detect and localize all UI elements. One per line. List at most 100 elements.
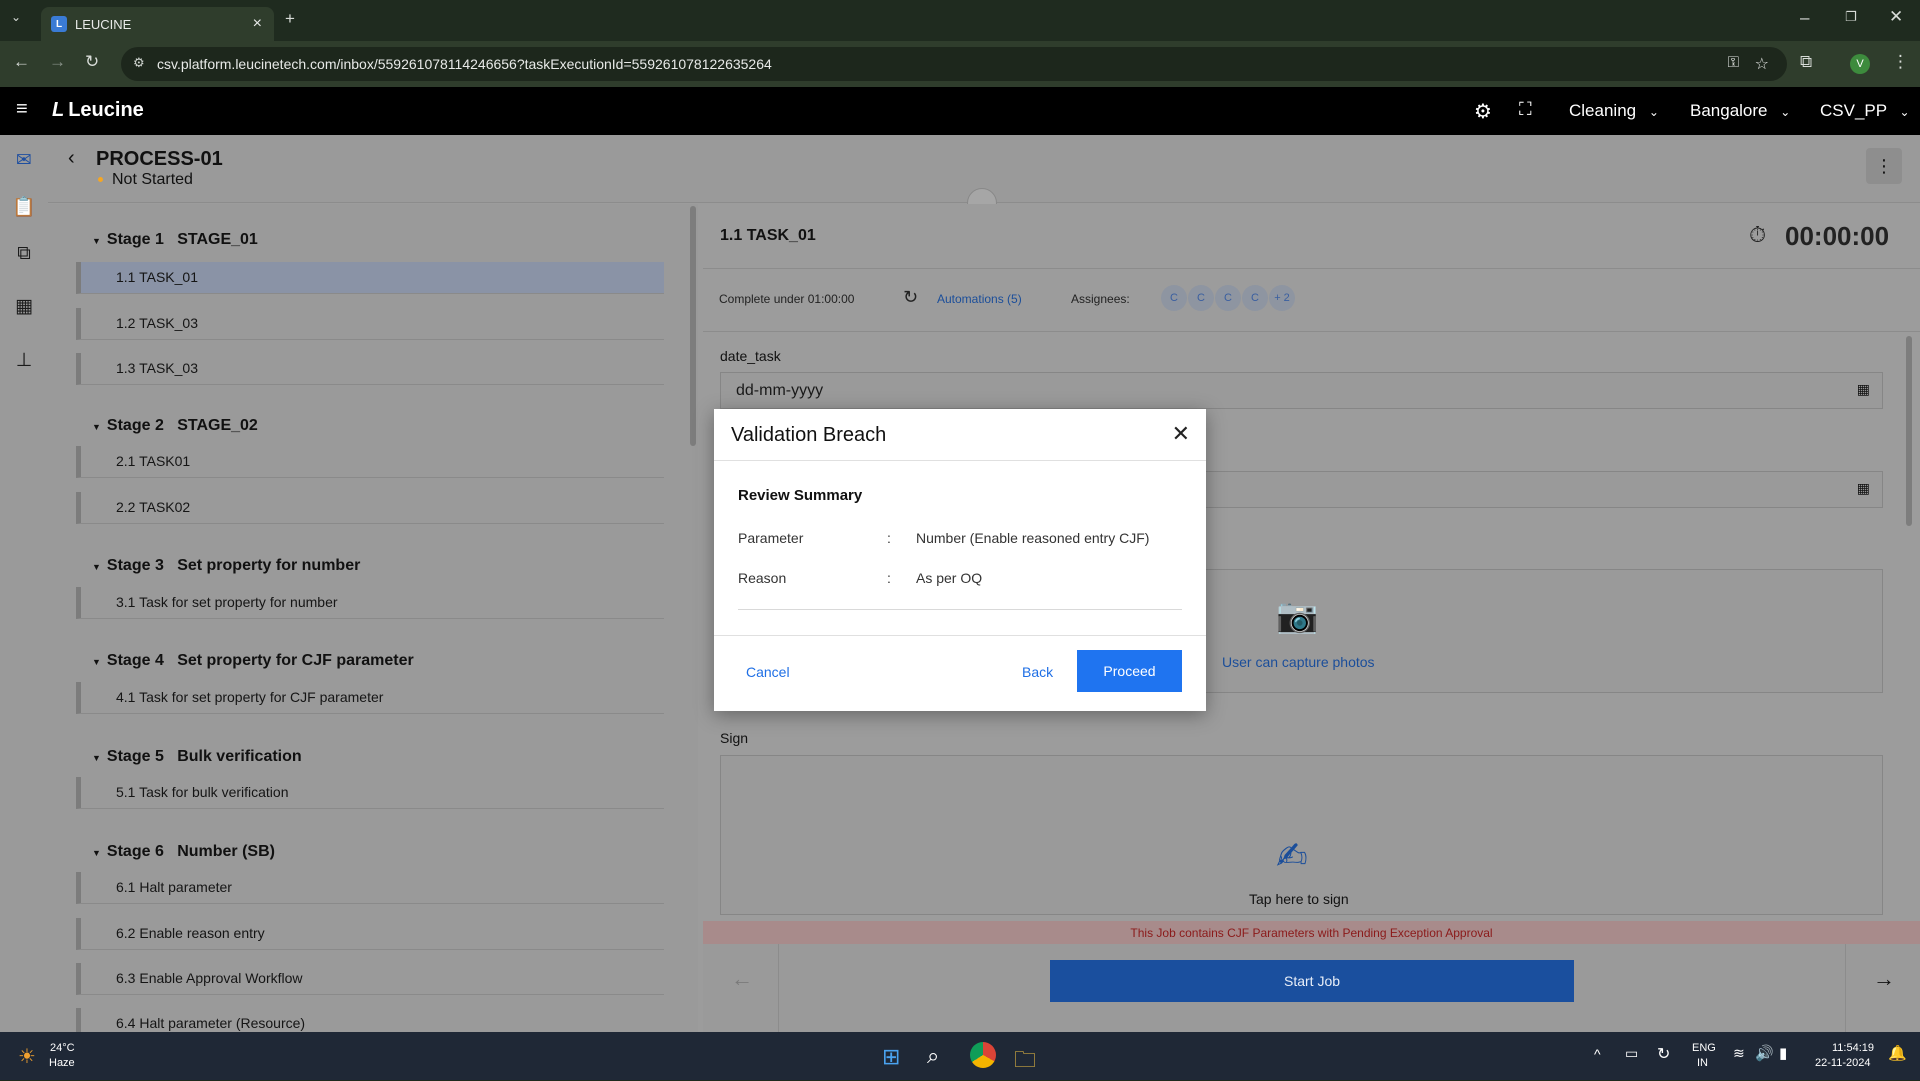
search-icon[interactable]: ⌕ xyxy=(927,1043,939,1069)
profile-avatar[interactable]: V xyxy=(1850,54,1870,74)
start-job-button[interactable]: Start Job xyxy=(1050,960,1574,1002)
task-row[interactable]: 1.1 TASK_01 xyxy=(76,262,664,294)
extensions-icon[interactable]: ⧉ xyxy=(1800,52,1812,72)
assignee-more-badge[interactable]: + 2 xyxy=(1269,285,1295,311)
stage-header[interactable]: ▼ Stage 3 Set property for number xyxy=(92,557,360,575)
dialog-title: Validation Breach xyxy=(731,424,887,446)
window-close-icon[interactable]: ✕ xyxy=(1889,7,1903,27)
browser-tab-strip: ⌄ L LEUCINE × + – ❐ ✕ xyxy=(0,0,1920,41)
forward-arrow-icon[interactable]: → xyxy=(49,52,66,72)
date-task-input[interactable]: dd-mm-yyyy ▦ xyxy=(720,372,1883,409)
clock-date[interactable]: 22-11-2024 xyxy=(1815,1057,1870,1069)
back-arrow-icon[interactable]: ← xyxy=(13,52,30,72)
task-row[interactable]: 2.1 TASK01 xyxy=(76,446,664,478)
task-row[interactable]: 6.4 Halt parameter (Resource) xyxy=(76,1008,664,1032)
right-panel-scrollbar[interactable] xyxy=(1906,336,1912,526)
assignee-avatar[interactable]: C xyxy=(1215,285,1241,311)
task-row[interactable]: 6.3 Enable Approval Workflow xyxy=(76,963,664,995)
facility-dropdown[interactable]: Cleaning ⌄ xyxy=(1569,101,1659,121)
language-code[interactable]: ENG xyxy=(1692,1042,1716,1054)
stage-header[interactable]: ▼ Stage 1 STAGE_01 xyxy=(92,231,258,249)
task-row[interactable]: 5.1 Task for bulk verification xyxy=(76,777,664,809)
inbox-icon[interactable]: ✉ xyxy=(12,149,36,173)
chevron-down-icon: ⌄ xyxy=(1780,105,1791,119)
automations-link[interactable]: Automations (5) xyxy=(937,292,1022,306)
date-task-label: date_task xyxy=(720,348,781,364)
stage-header[interactable]: ▼ Stage 4 Set property for CJF parameter xyxy=(92,652,414,670)
workflow-icon[interactable]: ⧉ xyxy=(12,243,36,267)
hierarchy-icon[interactable]: ⊥ xyxy=(12,349,36,373)
bookmark-star-icon[interactable]: ☆ xyxy=(1755,54,1769,74)
task-meta-bar: Complete under 01:00:00 ↻ Automations (5… xyxy=(703,268,1920,332)
task-row[interactable]: 1.2 TASK_03 xyxy=(76,308,664,340)
scan-icon[interactable]: ⛶ xyxy=(1519,99,1532,120)
weather-condition[interactable]: Haze xyxy=(49,1057,75,1069)
chrome-taskbar-icon[interactable] xyxy=(970,1042,996,1068)
status-dot xyxy=(98,177,103,182)
volume-icon[interactable]: 🔊 xyxy=(1755,1044,1774,1062)
task-row[interactable]: 6.2 Enable reason entry xyxy=(76,918,664,950)
tab-close-icon[interactable]: × xyxy=(253,15,262,33)
clock-time[interactable]: 11:54:19 xyxy=(1832,1042,1874,1054)
task-row[interactable]: 4.1 Task for set property for CJF parame… xyxy=(76,682,664,714)
password-key-icon[interactable]: ⚿ xyxy=(1728,54,1739,71)
battery-icon[interactable]: ▮ xyxy=(1779,1044,1787,1062)
more-options-icon[interactable]: ⋮ xyxy=(1866,148,1902,184)
site-dropdown[interactable]: Bangalore ⌄ xyxy=(1690,101,1790,121)
automation-refresh-icon[interactable]: ↻ xyxy=(903,287,918,308)
browser-tab[interactable]: L LEUCINE × xyxy=(41,7,274,41)
settings-gear-icon[interactable]: ⚙ xyxy=(1474,99,1492,124)
stage-list-scrollbar[interactable] xyxy=(690,206,696,446)
prev-task-arrow-icon[interactable]: ← xyxy=(731,966,753,992)
hamburger-menu-icon[interactable]: ≡ xyxy=(16,98,28,121)
proceed-button[interactable]: Proceed xyxy=(1077,650,1182,692)
task-row[interactable]: 3.1 Task for set property for number xyxy=(76,587,664,619)
back-button[interactable]: Back xyxy=(1022,664,1053,680)
signature-area[interactable]: ✍ Tap here to sign xyxy=(720,755,1883,915)
tray-chevron-icon[interactable]: ^ xyxy=(1594,1046,1601,1062)
clipboard-icon[interactable]: 📋 xyxy=(12,195,36,219)
parameter-value: Number (Enable reasoned entry CJF) xyxy=(916,530,1150,546)
minimize-icon[interactable]: – xyxy=(1800,8,1809,28)
tray-display-icon[interactable]: ▭ xyxy=(1625,1045,1638,1062)
back-chevron-icon[interactable]: ‹ xyxy=(68,147,75,170)
weather-icon[interactable]: ☀ xyxy=(18,1044,36,1069)
windows-start-icon[interactable]: ⊞ xyxy=(882,1044,900,1070)
stage-header[interactable]: ▼ Stage 2 STAGE_02 xyxy=(92,417,258,435)
task-row[interactable]: 6.1 Halt parameter xyxy=(76,872,664,904)
user-dropdown[interactable]: CSV_PP ⌄ xyxy=(1820,101,1910,121)
chrome-menu-icon[interactable]: ⋮ xyxy=(1892,52,1909,72)
stage-list: ▼ Stage 1 STAGE_01 1.1 TASK_01 1.2 TASK_0… xyxy=(48,204,698,1032)
assignee-avatar[interactable]: C xyxy=(1188,285,1214,311)
leucine-logo-icon: L xyxy=(52,99,65,121)
assignee-avatar[interactable]: C xyxy=(1242,285,1268,311)
new-tab-icon[interactable]: + xyxy=(285,9,295,29)
camera-icon: 📷 xyxy=(1276,597,1319,635)
wifi-icon[interactable]: ≋ xyxy=(1733,1045,1745,1062)
photo-capture-text[interactable]: User can capture photos xyxy=(1222,654,1375,670)
close-icon[interactable]: ✕ xyxy=(1172,421,1190,447)
left-sidebar: ✉ 📋 ⧉ ▦ ⊥ xyxy=(0,135,48,1032)
tray-sync-icon[interactable]: ↻ xyxy=(1657,1044,1670,1064)
address-bar[interactable]: ⚙ csv.platform.leucinetech.com/inbox/559… xyxy=(121,47,1787,81)
stage-header[interactable]: ▼ Stage 6 Number (SB) xyxy=(92,843,275,861)
notification-icon[interactable]: 🔔 xyxy=(1888,1044,1907,1062)
task-row[interactable]: 2.2 TASK02 xyxy=(76,492,664,524)
restore-icon[interactable]: ❐ xyxy=(1845,9,1857,25)
site-info-icon[interactable]: ⚙ xyxy=(133,55,145,71)
language-region[interactable]: IN xyxy=(1697,1057,1708,1069)
stage-header[interactable]: ▼ Stage 5 Bulk verification xyxy=(92,748,302,766)
calendar-icon[interactable]: ▦ xyxy=(12,295,36,319)
next-task-arrow-icon[interactable]: → xyxy=(1873,966,1895,992)
reload-icon[interactable]: ↻ xyxy=(85,52,99,72)
parameter-label: Parameter xyxy=(738,530,804,546)
tab-search-icon[interactable]: ⌄ xyxy=(11,10,21,24)
assignee-avatar[interactable]: C xyxy=(1161,285,1187,311)
weather-temp[interactable]: 24°C xyxy=(50,1042,75,1054)
calendar-picker-icon[interactable]: ▦ xyxy=(1857,480,1870,497)
cancel-button[interactable]: Cancel xyxy=(746,664,790,680)
calendar-picker-icon[interactable]: ▦ xyxy=(1857,381,1870,398)
sign-prompt[interactable]: Tap here to sign xyxy=(1249,891,1349,907)
task-row[interactable]: 1.3 TASK_03 xyxy=(76,353,664,385)
file-explorer-icon[interactable]: 🗀 xyxy=(1014,1043,1036,1081)
